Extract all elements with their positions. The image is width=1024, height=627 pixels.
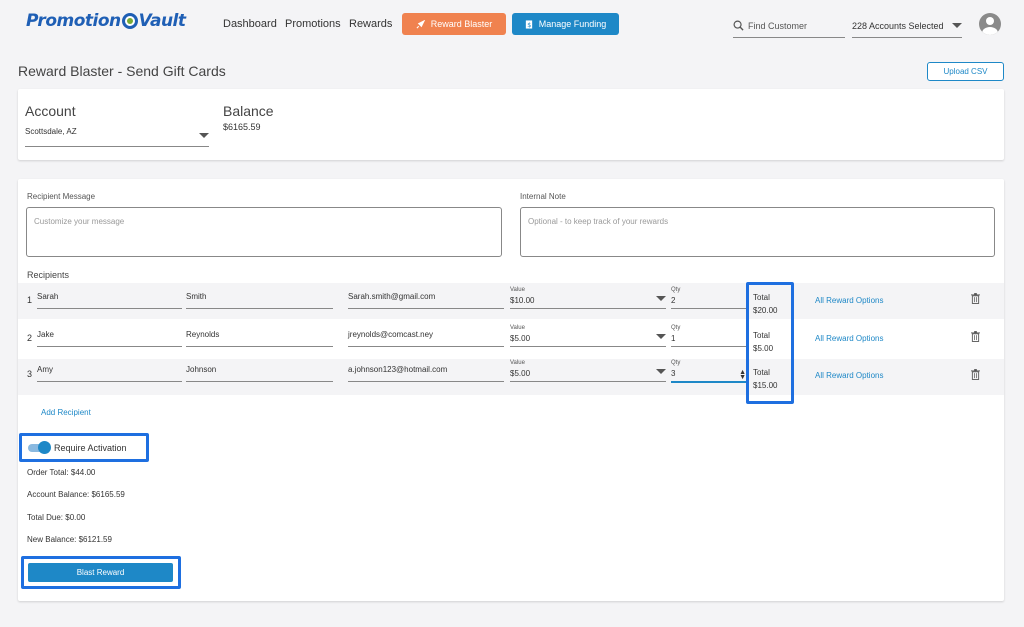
account-balance: Account Balance: $6165.59 (27, 490, 125, 499)
table-row: 2 Jake Reynolds jreynolds@comcast.ney Va… (18, 321, 1004, 357)
internal-note-label: Internal Note (520, 192, 566, 201)
value-mini-label: Value (510, 325, 525, 331)
email-field[interactable]: jreynolds@comcast.ney (348, 330, 504, 347)
value-mini-label: Value (510, 287, 525, 293)
qty-value: 3 (671, 369, 676, 378)
logo-text-left: Promotion (26, 11, 121, 31)
qty-mini-label: Qty (671, 360, 681, 366)
require-activation-toggle[interactable]: Require Activation (28, 441, 127, 454)
chevron-down-icon (656, 334, 666, 339)
value-text: $5.00 (510, 369, 531, 378)
require-activation-label: Require Activation (54, 443, 127, 453)
find-customer-placeholder: Find Customer (748, 20, 808, 31)
qty-field[interactable]: Qty 1 (671, 325, 748, 347)
chevron-down-icon (952, 23, 962, 28)
qty-field[interactable]: Qty 2 (671, 287, 748, 309)
logo-gear-icon (121, 13, 138, 29)
manage-funding-label: Manage Funding (538, 19, 607, 29)
account-card: Account Scottsdale, AZ Balance $6165.59 (18, 89, 1004, 160)
value-select[interactable]: Value $5.00 (510, 325, 666, 347)
manage-funding-button[interactable]: $ Manage Funding (512, 13, 619, 35)
first-name-field[interactable]: Amy (37, 365, 182, 382)
upload-csv-button[interactable]: Upload CSV (927, 62, 1004, 81)
total-due: Total Due: $0.00 (27, 513, 86, 522)
last-name-field[interactable]: Johnson (186, 365, 333, 382)
row-number: 1 (27, 295, 33, 305)
first-name-field[interactable]: Jake (37, 330, 182, 347)
nav-rewards[interactable]: Rewards (349, 18, 392, 30)
all-reward-options-link[interactable]: All Reward Options (815, 296, 883, 305)
value-mini-label: Value (510, 360, 525, 366)
qty-value: 2 (671, 296, 676, 305)
table-row: 1 Sarah Smith Sarah.smith@gmail.com Valu… (18, 283, 1004, 319)
recipients-label: Recipients (27, 270, 70, 280)
top-bar: Promotion Vault Dashboard Promotions Rew… (0, 0, 1024, 48)
internal-note-input[interactable]: Optional - to keep track of your rewards (520, 207, 995, 257)
new-balance: New Balance: $6121.59 (27, 535, 112, 544)
table-row: 3 Amy Johnson a.johnson123@hotmail.com V… (18, 359, 1004, 395)
row-number: 2 (27, 333, 33, 343)
email-field[interactable]: a.johnson123@hotmail.com (348, 365, 504, 382)
value-text: $5.00 (510, 334, 531, 343)
stepper-icon[interactable]: ▲ ▼ (739, 369, 746, 381)
email-field[interactable]: Sarah.smith@gmail.com (348, 292, 504, 309)
search-icon (733, 20, 744, 31)
find-customer-input[interactable]: Find Customer (733, 14, 845, 38)
balance-value: $6165.59 (223, 122, 261, 132)
reward-blaster-label: Reward Blaster (430, 19, 493, 29)
account-label: Account (25, 103, 76, 119)
first-name-field[interactable]: Sarah (37, 292, 182, 309)
blast-reward-button[interactable]: Blast Reward (28, 563, 173, 582)
nav-dashboard[interactable]: Dashboard (223, 18, 277, 30)
trash-icon[interactable] (971, 331, 980, 342)
reward-blaster-button[interactable]: Reward Blaster (402, 13, 506, 35)
qty-field[interactable]: Qty 3 ▲ ▼ (671, 360, 748, 383)
recipient-message-label: Recipient Message (27, 192, 96, 201)
document-dollar-icon: $ (525, 19, 532, 29)
rocket-icon (416, 19, 425, 28)
chevron-down-icon (656, 369, 666, 374)
row-number: 3 (27, 369, 33, 379)
add-recipient-link[interactable]: Add Recipient (41, 408, 91, 417)
qty-mini-label: Qty (671, 287, 681, 293)
gift-card-form: Recipient Message Customize your message… (18, 179, 1004, 601)
avatar[interactable] (979, 13, 1001, 35)
svg-text:$: $ (527, 22, 531, 29)
recipient-message-input[interactable]: Customize your message (26, 207, 502, 257)
nav-promotions[interactable]: Promotions (285, 18, 341, 30)
value-select[interactable]: Value $5.00 (510, 360, 666, 382)
value-text: $10.00 (510, 296, 535, 305)
logo[interactable]: Promotion Vault (26, 11, 186, 31)
trash-icon[interactable] (971, 369, 980, 380)
accounts-selected-dropdown[interactable]: 228 Accounts Selected (852, 14, 962, 38)
totals-highlight (746, 282, 794, 404)
balance-label: Balance (223, 103, 274, 119)
chevron-down-icon (656, 296, 666, 301)
account-select[interactable]: Scottsdale, AZ (25, 127, 209, 147)
page-title: Reward Blaster - Send Gift Cards (18, 63, 226, 79)
qty-mini-label: Qty (671, 325, 681, 331)
order-total: Order Total: $44.00 (27, 468, 96, 477)
logo-text-right: Vault (138, 11, 186, 31)
qty-value: 1 (671, 334, 676, 343)
accounts-selected-label: 228 Accounts Selected (852, 20, 944, 31)
account-value: Scottsdale, AZ (25, 127, 77, 136)
last-name-field[interactable]: Reynolds (186, 330, 333, 347)
chevron-down-icon (199, 133, 209, 138)
all-reward-options-link[interactable]: All Reward Options (815, 334, 883, 343)
all-reward-options-link[interactable]: All Reward Options (815, 371, 883, 380)
last-name-field[interactable]: Smith (186, 292, 333, 309)
value-select[interactable]: Value $10.00 (510, 287, 666, 309)
trash-icon[interactable] (971, 293, 980, 304)
toggle-switch-icon[interactable] (28, 441, 51, 454)
